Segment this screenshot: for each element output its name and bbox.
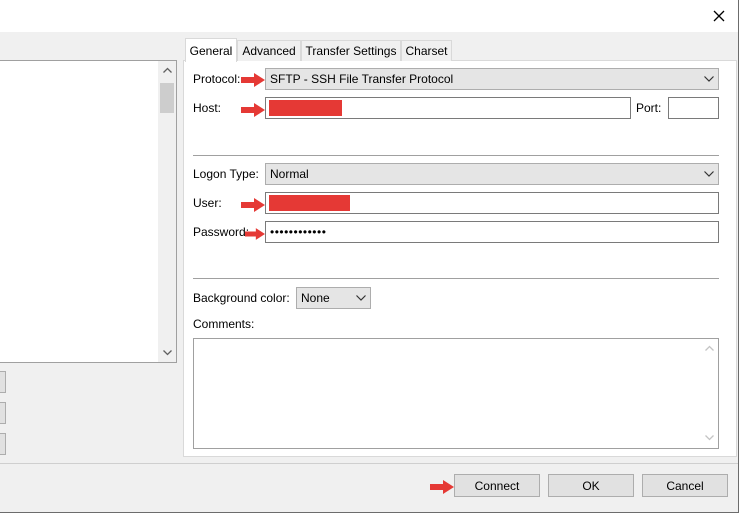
redacted-user	[269, 195, 350, 211]
tab-general[interactable]: General	[185, 38, 237, 62]
tab-transfer-settings[interactable]: Transfer Settings	[301, 40, 401, 61]
left-panel-button[interactable]	[0, 433, 6, 455]
protocol-value: SFTP - SSH File Transfer Protocol	[270, 72, 454, 86]
background-color-select[interactable]: None	[296, 287, 371, 309]
host-label: Host:	[193, 101, 222, 115]
scroll-thumb[interactable]	[160, 83, 174, 113]
red-arrow-icon	[241, 73, 265, 87]
chevron-down-icon	[704, 171, 714, 177]
host-input[interactable]	[265, 97, 631, 119]
tab-charset[interactable]: Charset	[401, 40, 452, 61]
chevron-down-icon	[705, 435, 714, 441]
red-arrow-icon	[245, 228, 265, 240]
chevron-up-icon	[162, 67, 172, 73]
password-input[interactable]: ••••••••••••	[265, 221, 719, 243]
protocol-label: Protocol:	[193, 72, 241, 86]
separator	[193, 155, 719, 156]
comments-label: Comments:	[193, 317, 255, 331]
chevron-down-icon	[162, 350, 172, 356]
password-label: Password:	[193, 225, 250, 239]
user-input[interactable]	[265, 192, 719, 214]
password-value: ••••••••••••	[270, 225, 327, 239]
left-panel-button[interactable]	[0, 371, 6, 393]
user-label: User:	[193, 196, 222, 210]
comments-textarea[interactable]	[193, 338, 719, 449]
red-arrow-icon	[241, 198, 265, 212]
separator	[193, 278, 719, 279]
footer-separator	[0, 463, 738, 464]
background-color-label: Background color:	[193, 291, 290, 305]
close-icon	[713, 10, 725, 22]
logon-type-value: Normal	[270, 167, 309, 181]
cancel-button[interactable]: Cancel	[642, 474, 728, 497]
background-color-value: None	[301, 291, 330, 305]
site-list[interactable]	[0, 60, 177, 363]
protocol-select[interactable]: SFTP - SSH File Transfer Protocol	[265, 68, 719, 90]
close-button[interactable]	[704, 4, 734, 28]
tab-advanced[interactable]: Advanced	[237, 40, 301, 61]
port-input[interactable]	[668, 97, 719, 119]
comments-scrollbar[interactable]	[701, 339, 718, 448]
chevron-down-icon	[356, 295, 366, 301]
logon-type-label: Logon Type:	[193, 167, 259, 181]
logon-type-select[interactable]: Normal	[265, 163, 719, 185]
chevron-down-icon	[704, 76, 714, 82]
port-label: Port:	[636, 101, 662, 115]
left-panel-button[interactable]	[0, 402, 6, 424]
ok-button[interactable]: OK	[548, 474, 634, 497]
scroll-down-button[interactable]	[158, 344, 176, 362]
title-bar	[0, 0, 738, 32]
chevron-up-icon	[705, 345, 714, 351]
red-arrow-icon	[430, 480, 454, 494]
connect-button[interactable]: Connect	[454, 474, 540, 497]
red-arrow-icon	[241, 103, 265, 117]
scroll-up-button[interactable]	[158, 61, 176, 79]
redacted-host	[269, 100, 342, 116]
